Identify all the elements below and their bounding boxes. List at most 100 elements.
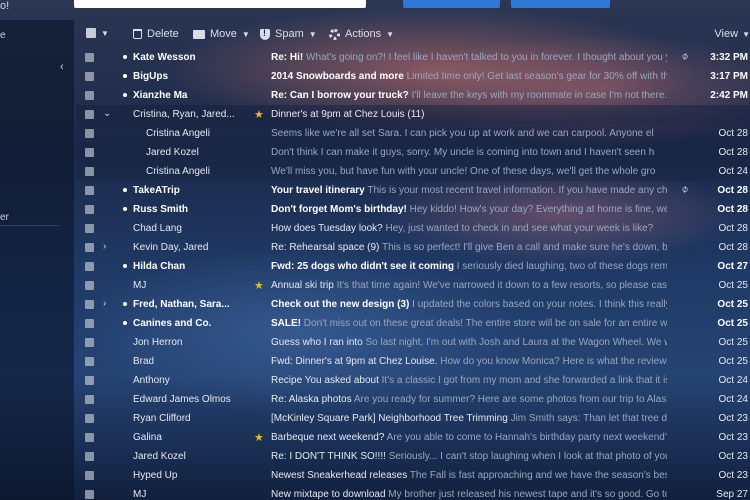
row-checkbox[interactable] bbox=[85, 53, 94, 62]
row-checkbox[interactable] bbox=[85, 300, 94, 309]
sender-name: Edward James Olmos bbox=[133, 394, 231, 405]
chevron-right-icon[interactable]: › bbox=[103, 298, 106, 309]
search-mail-button[interactable] bbox=[403, 0, 500, 8]
row-checkbox[interactable] bbox=[85, 91, 94, 100]
star-icon[interactable]: ★ bbox=[254, 279, 264, 292]
subject-line: New mixtape to download My brother just … bbox=[271, 489, 667, 500]
unread-dot-icon[interactable] bbox=[123, 302, 127, 306]
message-date: Oct 28 bbox=[718, 223, 748, 234]
sender-name: Hyped Up bbox=[133, 470, 178, 481]
row-checkbox[interactable] bbox=[85, 338, 94, 347]
message-row[interactable]: Jon Herron Guess who I ran into So last n… bbox=[76, 333, 750, 352]
subject-text: 2014 Snowboards and more bbox=[271, 71, 404, 82]
subject-line: Don't forget Mom's birthday! Hey kiddo! … bbox=[271, 204, 667, 215]
brand-logo[interactable]: o! bbox=[0, 0, 24, 10]
row-checkbox[interactable] bbox=[85, 319, 94, 328]
row-checkbox[interactable] bbox=[85, 167, 94, 176]
message-row[interactable]: ⌄ Cristina, Ryan, Jared... ★ Dinner's at 9p… bbox=[76, 105, 750, 124]
unread-dot-icon[interactable] bbox=[123, 188, 127, 192]
unread-dot-icon[interactable] bbox=[123, 207, 127, 211]
subject-text: Check out the new design (3) bbox=[271, 299, 410, 310]
message-row[interactable]: Edward James Olmos Re: Alaska photos Are … bbox=[76, 390, 750, 409]
row-checkbox[interactable] bbox=[85, 395, 94, 404]
sender-name: Brad bbox=[133, 356, 155, 367]
search-input[interactable] bbox=[74, 0, 366, 8]
unread-dot-icon[interactable] bbox=[123, 321, 127, 325]
spam-button[interactable]: Spam ▼ bbox=[260, 28, 317, 40]
message-row[interactable]: › Kevin Day, Jared Re: Rehearsal space (9)… bbox=[76, 238, 750, 257]
row-checkbox[interactable] bbox=[85, 433, 94, 442]
message-row[interactable]: MJ ★ Annual ski trip It's that time again!… bbox=[76, 276, 750, 295]
search-web-button[interactable] bbox=[511, 0, 610, 8]
chevron-right-icon[interactable]: › bbox=[103, 241, 106, 252]
message-row[interactable]: Xianzhe Ma Re: Can I borrow your truck? I… bbox=[76, 86, 750, 105]
thread-message-row[interactable]: Cristina Angeli We'll miss you, but have … bbox=[76, 162, 750, 181]
chevron-down-icon[interactable]: ⌄ bbox=[103, 108, 111, 119]
row-checkbox[interactable] bbox=[85, 205, 94, 214]
thread-message-row[interactable]: Jared Kozel Don't think I can make it guy… bbox=[76, 143, 750, 162]
view-menu-button[interactable]: View ▼ bbox=[714, 28, 750, 40]
row-checkbox[interactable] bbox=[85, 186, 94, 195]
sender-name: MJ bbox=[133, 489, 147, 500]
select-all-checkbox[interactable]: ▼ bbox=[86, 28, 109, 38]
message-row[interactable]: Hyped Up Newest Sneakerhead releases The … bbox=[76, 466, 750, 485]
message-row[interactable]: Anthony Recipe You asked about It's a cla… bbox=[76, 371, 750, 390]
message-row[interactable]: Hilda Chan Fwd: 25 dogs who didn't see it… bbox=[76, 257, 750, 276]
unread-dot-icon[interactable] bbox=[123, 93, 127, 97]
sender-name: Cristina Angeli bbox=[146, 166, 210, 177]
message-snippet: Don't miss out on these great deals! The… bbox=[303, 318, 667, 329]
row-checkbox[interactable] bbox=[85, 452, 94, 461]
message-row[interactable]: Jared Kozel Re: I DON'T THINK SO!!!! Seri… bbox=[76, 447, 750, 466]
row-checkbox[interactable] bbox=[85, 148, 94, 157]
unread-dot-icon[interactable] bbox=[123, 264, 127, 268]
row-checkbox[interactable] bbox=[85, 471, 94, 480]
row-checkbox[interactable] bbox=[85, 490, 94, 499]
row-checkbox[interactable] bbox=[85, 376, 94, 385]
row-checkbox[interactable] bbox=[85, 414, 94, 423]
move-button[interactable]: Move ▼ bbox=[193, 28, 250, 40]
subject-text: Recipe You asked about bbox=[271, 375, 379, 386]
message-date: Oct 23 bbox=[718, 413, 748, 424]
subject-line: Re: Hi! What's going on?! I feel like I … bbox=[271, 52, 667, 63]
message-row[interactable]: Brad Fwd: Dinner's at 9pm at Chez Louise.… bbox=[76, 352, 750, 371]
row-checkbox[interactable] bbox=[85, 281, 94, 290]
message-date: Oct 25 bbox=[718, 337, 748, 348]
thread-message-row[interactable]: Cristina Angeli Seems like we're all set … bbox=[76, 124, 750, 143]
message-date: 3:32 PM bbox=[710, 52, 748, 63]
subject-text: Guess who I ran into bbox=[271, 337, 363, 348]
message-row[interactable]: Kate Wesson Re: Hi! What's going on?! I f… bbox=[76, 48, 750, 67]
sidebar-item-fragment[interactable]: e bbox=[0, 30, 6, 41]
row-checkbox[interactable] bbox=[85, 243, 94, 252]
message-row[interactable]: Galina ★ Barbeque next weekend? Are you ab… bbox=[76, 428, 750, 447]
message-row[interactable]: Russ Smith Don't forget Mom's birthday! H… bbox=[76, 200, 750, 219]
message-row[interactable]: BigUps 2014 Snowboards and more Limited t… bbox=[76, 67, 750, 86]
row-checkbox[interactable] bbox=[85, 110, 94, 119]
sidebar-item-fragment[interactable]: er bbox=[0, 212, 9, 223]
unread-dot-icon[interactable] bbox=[123, 55, 127, 59]
subject-line: Guess who I ran into So last night, I'm … bbox=[271, 337, 667, 348]
star-icon[interactable]: ★ bbox=[254, 108, 264, 121]
message-row[interactable]: TakeATrip Your travel itinerary This is y… bbox=[76, 181, 750, 200]
message-date: 2:42 PM bbox=[710, 90, 748, 101]
message-row[interactable]: › Fred, Nathan, Sara... Check out the new … bbox=[76, 295, 750, 314]
sender-name: Jon Herron bbox=[133, 337, 183, 348]
view-label: View bbox=[714, 28, 739, 40]
message-date: Oct 25 bbox=[718, 280, 748, 291]
row-checkbox[interactable] bbox=[85, 224, 94, 233]
delete-button[interactable]: Delete bbox=[133, 28, 179, 40]
unread-dot-icon[interactable] bbox=[123, 74, 127, 78]
chevron-left-icon[interactable]: ‹ bbox=[60, 61, 64, 73]
row-checkbox[interactable] bbox=[85, 72, 94, 81]
sender-name: Ryan Clifford bbox=[133, 413, 191, 424]
actions-button[interactable]: Actions ▼ bbox=[329, 28, 394, 40]
row-checkbox[interactable] bbox=[85, 129, 94, 138]
row-checkbox[interactable] bbox=[85, 262, 94, 271]
message-row[interactable]: MJ New mixtape to download My brother jus… bbox=[76, 485, 750, 500]
message-row[interactable]: Ryan Clifford [McKinley Square Park] Neig… bbox=[76, 409, 750, 428]
star-icon[interactable]: ★ bbox=[254, 431, 264, 444]
message-row[interactable]: Chad Lang How does Tuesday look? Hey, jus… bbox=[76, 219, 750, 238]
row-checkbox[interactable] bbox=[85, 357, 94, 366]
checkbox-icon bbox=[86, 28, 96, 38]
message-row[interactable]: Canines and Co. SALE! Don't miss out on t… bbox=[76, 314, 750, 333]
subject-text: [McKinley Square Park] Neighborhood Tree… bbox=[271, 413, 508, 424]
